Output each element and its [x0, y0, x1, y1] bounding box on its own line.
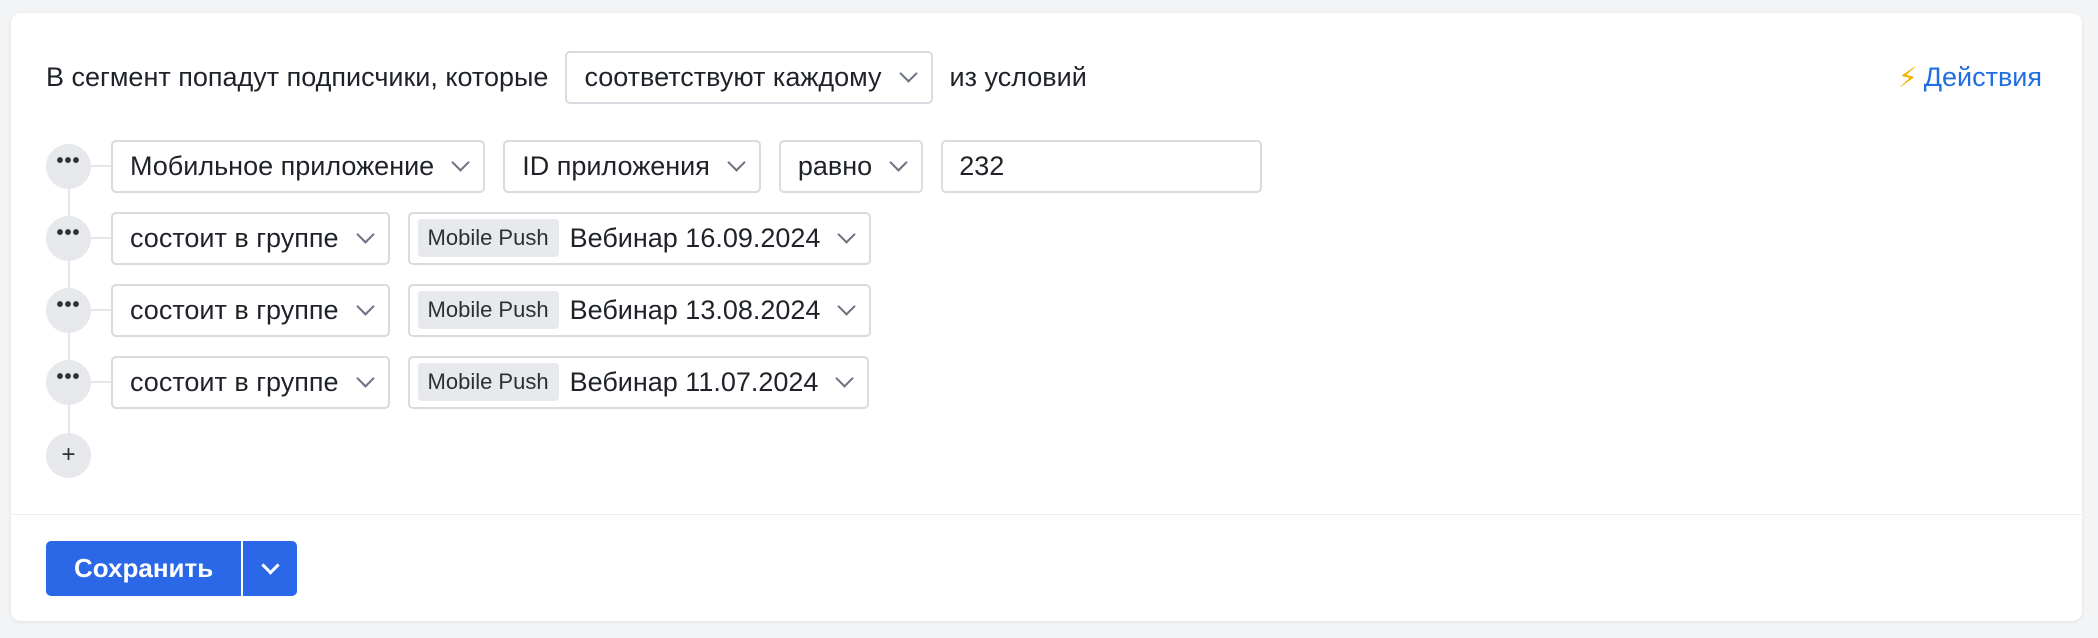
save-split-button: Сохранить: [46, 541, 298, 596]
row-menu-button[interactable]: •••: [46, 143, 91, 189]
operator-value: состоит в группе: [130, 366, 339, 397]
match-mode-value: соответствуют каждому: [584, 61, 882, 92]
chevron-down-icon: [837, 297, 857, 316]
group-name: Вебинар 11.07.2024: [569, 366, 819, 397]
source-value: Мобильное приложение: [130, 150, 435, 181]
chevron-down-icon: [889, 153, 908, 172]
more-icon: •••: [56, 293, 81, 316]
condition-row: ••• Мобильное приложение ID приложения р…: [46, 138, 1263, 194]
actions-label: Действия: [1923, 61, 2042, 92]
row-connector: [91, 381, 111, 383]
operator-select[interactable]: состоит в группе: [111, 355, 390, 409]
segment-prefix-text: В сегмент попадут подписчики, которые: [46, 61, 549, 92]
segment-card: В сегмент попадут подписчики, которые со…: [11, 13, 2082, 621]
group-name: Вебинар 16.09.2024: [569, 222, 821, 253]
group-select[interactable]: Mobile Push Вебинар 11.07.2024: [407, 355, 870, 409]
field-value: ID приложения: [522, 150, 710, 181]
operator-select[interactable]: состоит в группе: [111, 211, 390, 265]
operator-select[interactable]: состоит в группе: [111, 283, 390, 337]
chevron-down-icon: [835, 369, 855, 388]
operator-value: состоит в группе: [130, 222, 339, 253]
segment-suffix-text: из условий: [949, 61, 1087, 92]
operator-select[interactable]: равно: [778, 139, 924, 193]
group-tag: Mobile Push: [417, 291, 559, 329]
row-connector: [91, 237, 111, 239]
chevron-down-icon: [355, 297, 375, 316]
chevron-down-icon: [355, 225, 375, 244]
save-button[interactable]: Сохранить: [46, 541, 242, 596]
row-connector: [91, 309, 111, 311]
chevron-down-icon: [898, 64, 918, 83]
condition-row: ••• состоит в группе Mobile Push Вебинар…: [46, 354, 870, 410]
condition-row: ••• состоит в группе Mobile Push Вебинар…: [46, 210, 872, 266]
source-select[interactable]: Мобильное приложение: [111, 139, 486, 193]
segment-header: В сегмент попадут подписчики, которые со…: [46, 49, 2042, 105]
match-mode-select[interactable]: соответствуют каждому: [565, 50, 933, 104]
group-tag: Mobile Push: [417, 363, 559, 401]
group-select[interactable]: Mobile Push Вебинар 13.08.2024: [407, 283, 872, 337]
chevron-down-icon: [261, 556, 280, 575]
field-select[interactable]: ID приложения: [503, 139, 761, 193]
chevron-down-icon: [727, 153, 746, 172]
chevron-down-icon: [355, 369, 375, 388]
chevron-down-icon: [451, 153, 470, 172]
lightning-icon: ⚡: [1898, 61, 1918, 93]
operator-value: состоит в группе: [130, 294, 339, 325]
group-name: Вебинар 13.08.2024: [569, 294, 821, 325]
group-tag: Mobile Push: [417, 219, 559, 257]
save-options-button[interactable]: [243, 541, 298, 596]
add-condition-row: +: [46, 427, 91, 483]
row-menu-button[interactable]: •••: [46, 215, 91, 261]
plus-icon: +: [61, 441, 76, 468]
row-menu-button[interactable]: •••: [46, 359, 91, 405]
condition-row: ••• состоит в группе Mobile Push Вебинар…: [46, 282, 872, 338]
value-input[interactable]: 232: [941, 139, 1263, 193]
value-text: 232: [959, 150, 1005, 181]
chevron-down-icon: [837, 225, 857, 244]
footer-divider: [11, 514, 2082, 515]
actions-link[interactable]: ⚡ Действия: [1898, 61, 2042, 94]
more-icon: •••: [56, 365, 81, 388]
more-icon: •••: [56, 149, 81, 172]
add-condition-button[interactable]: +: [46, 432, 91, 478]
row-connector: [91, 165, 111, 167]
group-select[interactable]: Mobile Push Вебинар 16.09.2024: [407, 211, 872, 265]
more-icon: •••: [56, 221, 81, 244]
row-menu-button[interactable]: •••: [46, 287, 91, 333]
operator-value: равно: [797, 150, 873, 181]
